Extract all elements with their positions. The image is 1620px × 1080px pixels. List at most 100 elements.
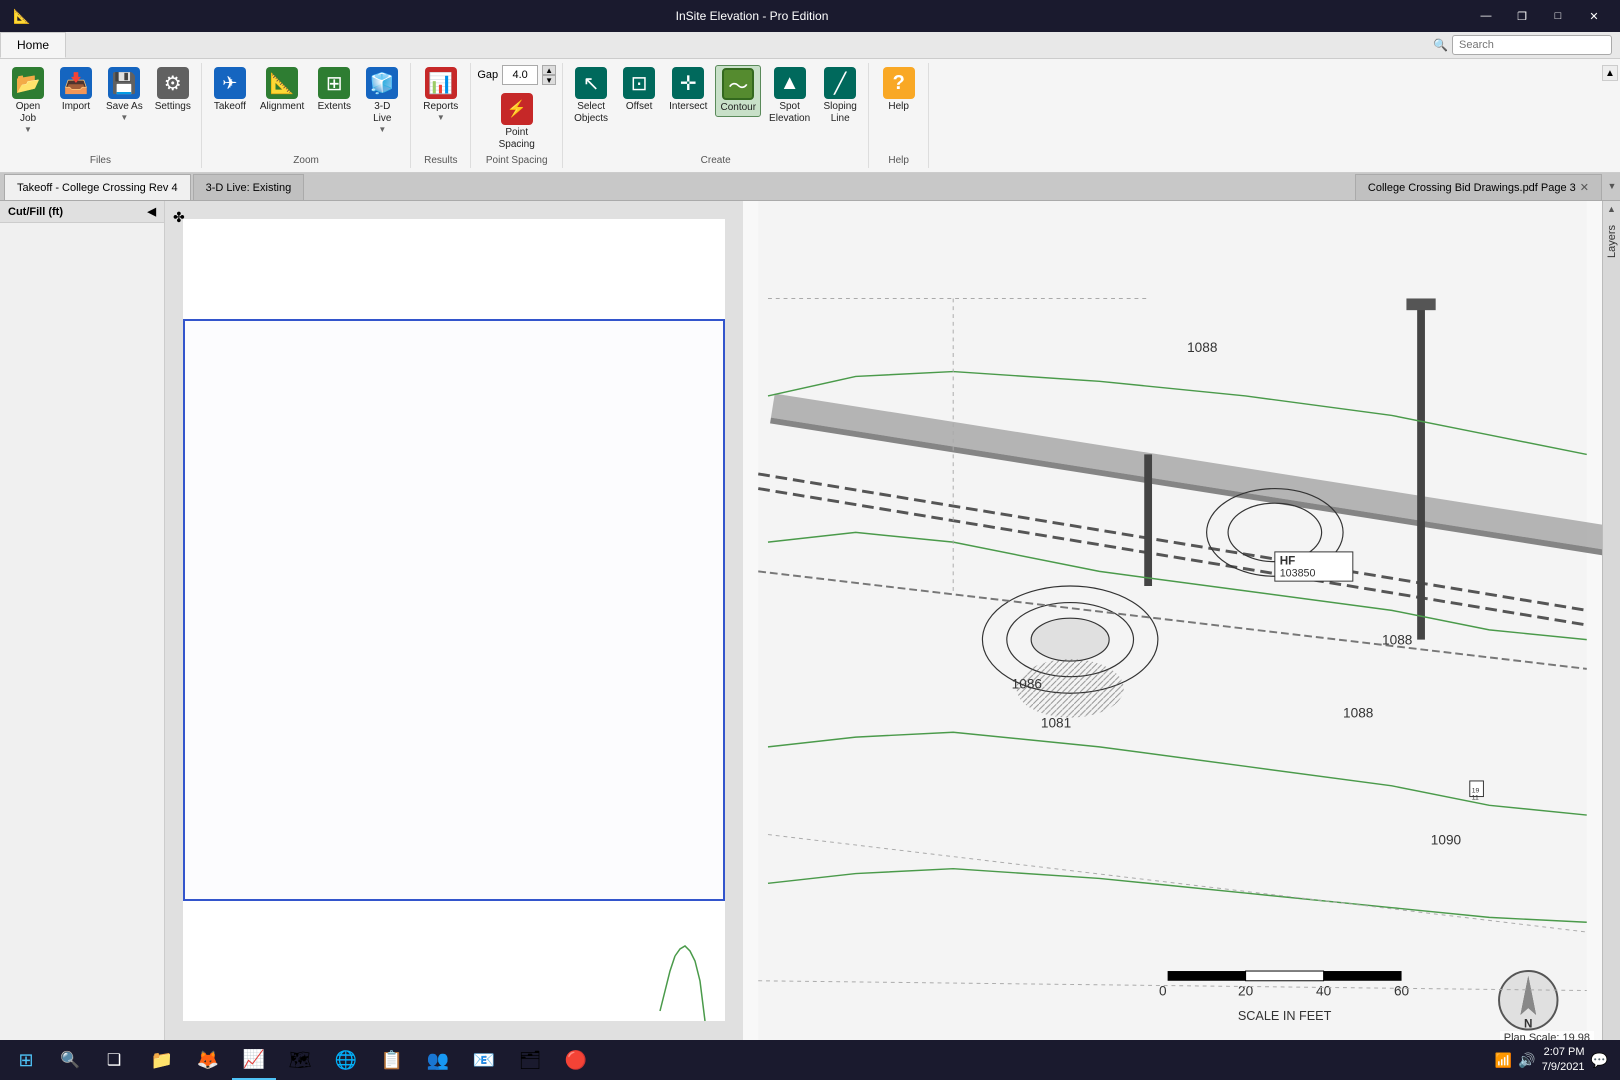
network-icon[interactable]: 📶: [1495, 1052, 1512, 1069]
taskbar-app-teams[interactable]: 👥: [416, 1040, 460, 1080]
sloping-line-icon: ╱: [824, 67, 856, 99]
taskbar-app-red[interactable]: 🔴: [554, 1040, 598, 1080]
svg-text:SCALE IN FEET: SCALE IN FEET: [1238, 1009, 1332, 1023]
gap-down-arrow[interactable]: ▼: [542, 75, 556, 85]
3d-live-icon: 🧊: [366, 67, 398, 99]
extents-icon: ⊞: [318, 67, 350, 99]
svg-text:1088: 1088: [1343, 706, 1373, 721]
sloping-line-button[interactable]: ╱ SlopingLine: [818, 65, 862, 127]
reports-icon: 📊: [425, 67, 457, 99]
takeoff-tab[interactable]: Takeoff - College Crossing Rev 4: [4, 174, 191, 200]
taskbar-app-maps[interactable]: 🗺: [278, 1040, 322, 1080]
close-button[interactable]: ✕: [1576, 0, 1612, 32]
clock-date: 7/9/2021: [1542, 1060, 1585, 1075]
svg-text:103850: 103850: [1280, 567, 1316, 579]
taskbar-app-file-explorer[interactable]: 📁: [140, 1040, 184, 1080]
3d-live-button[interactable]: 🧊 3-DLive ▼: [360, 65, 404, 136]
point-spacing-icon: ⚡: [501, 93, 533, 125]
ribbon-group-results: 📊 Reports ▼ Results: [411, 63, 471, 168]
app-logo: 📐: [8, 0, 36, 32]
gap-input[interactable]: [502, 65, 538, 85]
search-input[interactable]: [1452, 35, 1612, 55]
ribbon: Home 🔍 📂 OpenJob ▼ 📥 Import: [0, 32, 1620, 173]
taskbar-apps: 📁 🦊 📈 🗺 🌐 📋 👥 📧 🗂 🔴: [140, 1040, 598, 1080]
taskbar-app-outlook[interactable]: 📧: [462, 1040, 506, 1080]
main-area: Takeoff - College Crossing Rev 4 3-D Liv…: [0, 173, 1620, 1069]
taskbar-search[interactable]: 🔍: [48, 1040, 92, 1080]
maximize-button[interactable]: ❐: [1504, 0, 1540, 32]
open-job-icon: 📂: [12, 67, 44, 99]
taskbar-app-insite[interactable]: 📈: [232, 1040, 276, 1080]
svg-text:HF: HF: [1280, 555, 1296, 568]
restore-button[interactable]: □: [1540, 0, 1576, 32]
pdf-tab-label: College Crossing Bid Drawings.pdf Page 3: [1368, 182, 1576, 194]
gap-arrows: ▲ ▼: [542, 65, 556, 85]
notification-icon[interactable]: 💬: [1591, 1052, 1608, 1069]
open-job-button[interactable]: 📂 OpenJob ▼: [6, 65, 50, 136]
reports-button[interactable]: 📊 Reports ▼: [419, 65, 463, 124]
alignment-icon: 📐: [266, 67, 298, 99]
pdf-area[interactable]: 1088 1088 1086 1081 1088 1090 HF 103850: [743, 201, 1602, 1049]
svg-text:11: 11: [1472, 794, 1479, 801]
compass[interactable]: ✤: [173, 209, 193, 229]
ribbon-content: 📂 OpenJob ▼ 📥 Import 💾 Save As ▼ ⚙ Setti…: [0, 59, 1620, 172]
search-icon: 🔍: [1433, 38, 1448, 52]
clock-time: 2:07 PM: [1542, 1045, 1585, 1060]
selection-rectangle: [183, 319, 725, 901]
contour-button[interactable]: 〜 Contour: [715, 65, 761, 117]
left-panel-toggle[interactable]: ◀: [148, 205, 156, 218]
pdf-tab-dropdown[interactable]: ▼: [1604, 172, 1620, 200]
gap-label: Gap: [477, 69, 498, 81]
ribbon-group-help: ? Help Help: [869, 63, 929, 168]
tab-home[interactable]: Home: [0, 32, 66, 58]
svg-text:40: 40: [1316, 983, 1332, 998]
task-view[interactable]: ❑: [92, 1040, 136, 1080]
svg-text:1088: 1088: [1187, 340, 1217, 355]
drawing-area[interactable]: ✤: [165, 201, 743, 1049]
svg-text:N: N: [1524, 1018, 1532, 1031]
pdf-content-svg: 1088 1088 1086 1081 1088 1090 HF 103850: [743, 201, 1602, 1049]
taskbar-app-clipboard[interactable]: 📋: [370, 1040, 414, 1080]
minimize-button[interactable]: —: [1468, 0, 1504, 32]
taskbar-right-icons: 📶 🔊 2:07 PM 7/9/2021 💬: [1495, 1045, 1616, 1076]
offset-button[interactable]: ⊡ Offset: [617, 65, 661, 115]
pdf-tab[interactable]: College Crossing Bid Drawings.pdf Page 3…: [1355, 174, 1602, 200]
start-button[interactable]: ⊞: [4, 1040, 48, 1080]
gap-control: Gap ▲ ▼: [477, 65, 556, 85]
3d-live-tab[interactable]: 3-D Live: Existing: [193, 174, 305, 200]
extents-button[interactable]: ⊞ Extents: [312, 65, 356, 115]
svg-text:20: 20: [1238, 983, 1254, 998]
gap-up-arrow[interactable]: ▲: [542, 65, 556, 75]
window-controls: — ❐ □ ✕: [1468, 0, 1612, 32]
import-icon: 📥: [60, 67, 92, 99]
clock: 2:07 PM 7/9/2021: [1542, 1045, 1585, 1076]
taskbar-app-extra1[interactable]: 🌐: [324, 1040, 368, 1080]
taskbar-app-extra2[interactable]: 🗂: [508, 1040, 552, 1080]
contour-icon: 〜: [722, 68, 754, 100]
layers-panel: ▲ Layers: [1602, 201, 1620, 1049]
svg-text:1090: 1090: [1431, 832, 1462, 847]
takeoff-button[interactable]: ✈ Takeoff: [208, 65, 252, 115]
layers-scroll-up[interactable]: ▲: [1604, 201, 1619, 217]
save-as-button[interactable]: 💾 Save As ▼: [102, 65, 147, 124]
intersect-icon: ✛: [672, 67, 704, 99]
help-button[interactable]: ? Help: [877, 65, 921, 115]
svg-text:1081: 1081: [1041, 715, 1071, 730]
help-icon: ?: [883, 67, 915, 99]
volume-icon[interactable]: 🔊: [1518, 1052, 1535, 1069]
pdf-tab-close[interactable]: ✕: [1580, 181, 1589, 194]
layers-label[interactable]: Layers: [1604, 217, 1620, 266]
select-objects-button[interactable]: ↖ SelectObjects: [569, 65, 613, 127]
alignment-button[interactable]: 📐 Alignment: [256, 65, 308, 115]
title-bar: 📐 InSite Elevation - Pro Edition — ❐ □ ✕: [0, 0, 1620, 32]
import-button[interactable]: 📥 Import: [54, 65, 98, 115]
app-title: InSite Elevation - Pro Edition: [36, 9, 1468, 23]
settings-button[interactable]: ⚙ Settings: [151, 65, 195, 115]
spot-elevation-button[interactable]: ▲ SpotElevation: [765, 65, 814, 127]
cut-fill-label: Cut/Fill (ft): [8, 206, 63, 218]
green-lines-overlay: [645, 901, 725, 1021]
intersect-button[interactable]: ✛ Intersect: [665, 65, 711, 115]
ribbon-scroll-up[interactable]: ▲: [1602, 65, 1618, 81]
point-spacing-button[interactable]: ⚡ PointSpacing: [495, 91, 539, 153]
taskbar-app-firefox[interactable]: 🦊: [186, 1040, 230, 1080]
